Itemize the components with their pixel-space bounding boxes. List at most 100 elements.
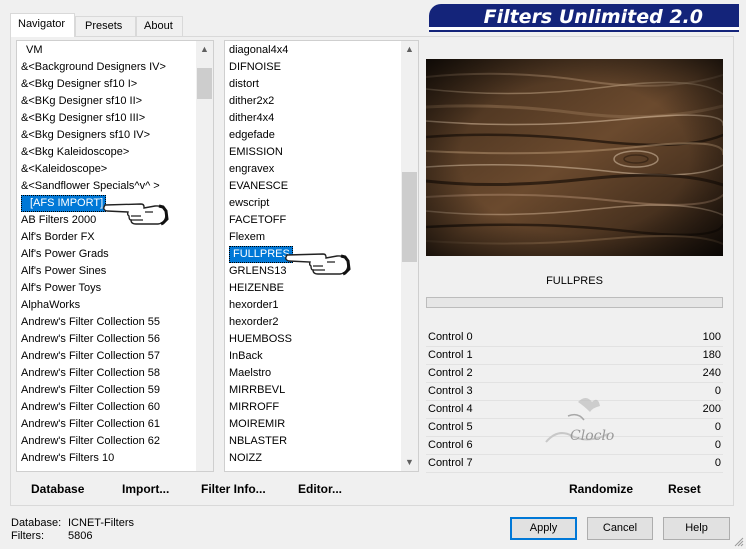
category-item[interactable]: Andrew's Filter Collection 55 xyxy=(17,314,213,331)
filter-item[interactable]: hexorder2 xyxy=(225,314,418,331)
category-item-label: Andrew's Filter Collection 60 xyxy=(21,401,161,413)
category-item[interactable]: &<Sandflower Specials^v^ > xyxy=(17,178,213,195)
scroll-thumb[interactable] xyxy=(197,68,212,99)
category-item[interactable]: Andrew's Filters 10 xyxy=(17,450,213,467)
category-item[interactable]: Alf's Border FX xyxy=(17,229,213,246)
category-item[interactable]: &<Bkg Designer sf10 I> xyxy=(17,76,213,93)
filter-item[interactable]: EVANESCE xyxy=(225,178,418,195)
category-item-label: [AFS IMPORT] xyxy=(21,195,107,212)
filter-item[interactable]: MIRROFF xyxy=(225,399,418,416)
filter-info-button[interactable]: Filter Info... xyxy=(201,482,266,496)
category-item[interactable]: Alf's Power Grads xyxy=(17,246,213,263)
filter-item[interactable]: DIFNOISE xyxy=(225,59,418,76)
control-value: 240 xyxy=(702,367,721,379)
filter-item[interactable]: hexorder1 xyxy=(225,297,418,314)
category-item-label: &<Bkg Kaleidoscope> xyxy=(21,146,130,158)
filter-item-label: diagonal4x4 xyxy=(229,44,289,56)
resize-grip-icon[interactable] xyxy=(734,537,744,547)
tab-about[interactable]: About xyxy=(136,16,183,36)
filter-item-label: EVANESCE xyxy=(229,180,289,192)
control-slider[interactable] xyxy=(426,472,723,473)
category-item[interactable]: Andrew's Filter Collection 62 xyxy=(17,433,213,450)
category-item[interactable]: Andrew's Filter Collection 56 xyxy=(17,331,213,348)
control-row[interactable]: Control 2 240 xyxy=(426,365,723,383)
filter-item-label: MOIREMIR xyxy=(229,418,286,430)
filter-item[interactable]: Flexem xyxy=(225,229,418,246)
category-item[interactable]: VM xyxy=(17,42,213,59)
control-value: 0 xyxy=(714,421,721,433)
filter-item[interactable]: MOIREMIR xyxy=(225,416,418,433)
filter-scrollbar[interactable]: ▲ ▼ xyxy=(401,41,418,471)
control-row[interactable]: Control 0 100 xyxy=(426,329,723,347)
category-item[interactable]: &<BKg Designer sf10 III> xyxy=(17,110,213,127)
selected-filter-label: FULLPRES xyxy=(546,275,603,287)
filter-item[interactable]: ewscript xyxy=(225,195,418,212)
filters-status: Filters: 5806 xyxy=(11,530,92,542)
category-item[interactable]: Andrew's Filter Collection 59 xyxy=(17,382,213,399)
control-name: Control 0 xyxy=(428,331,473,343)
filter-item[interactable]: Maelstro xyxy=(225,365,418,382)
filter-item-label: Flexem xyxy=(229,231,266,243)
watermark-logo: Cloclo xyxy=(538,392,638,452)
filter-item[interactable]: FACETOFF xyxy=(225,212,418,229)
filter-item[interactable]: EMISSION xyxy=(225,144,418,161)
randomize-button[interactable]: Randomize xyxy=(569,482,633,496)
filter-item-label: hexorder2 xyxy=(229,316,279,328)
control-name: Control 7 xyxy=(428,457,473,469)
scroll-up-icon[interactable]: ▲ xyxy=(401,41,418,58)
filter-item[interactable]: NOIZZ xyxy=(225,450,418,467)
category-item[interactable]: Andrew's Filter Collection 58 xyxy=(17,365,213,382)
control-value: 0 xyxy=(714,385,721,397)
category-item[interactable]: Alf's Power Toys xyxy=(17,280,213,297)
filter-item-label: NOIZZ xyxy=(229,452,262,464)
filter-item-label: HEIZENBE xyxy=(229,282,285,294)
control-value: 0 xyxy=(714,439,721,451)
scroll-thumb[interactable] xyxy=(402,172,417,262)
apply-button[interactable]: Apply xyxy=(510,517,577,540)
category-item[interactable]: &<Bkg Designers sf10 IV> xyxy=(17,127,213,144)
category-item[interactable]: &<Background Designers IV> xyxy=(17,59,213,76)
category-item[interactable]: &<Bkg Kaleidoscope> xyxy=(17,144,213,161)
filter-item[interactable]: InBack xyxy=(225,348,418,365)
filter-item-label: MIRROFF xyxy=(229,401,280,413)
editor-button[interactable]: Editor... xyxy=(298,482,342,496)
filter-item-label: edgefade xyxy=(229,129,275,141)
database-button[interactable]: Database xyxy=(31,482,84,496)
filter-item[interactable]: MIRRBEVL xyxy=(225,382,418,399)
filter-item[interactable]: diagonal4x4 xyxy=(225,42,418,59)
control-row[interactable]: Control 7 0 xyxy=(426,455,723,473)
category-item[interactable]: Alf's Power Sines xyxy=(17,263,213,280)
filter-item[interactable]: edgefade xyxy=(225,127,418,144)
category-item[interactable]: AlphaWorks xyxy=(17,297,213,314)
category-item[interactable]: &<Kaleidoscope> xyxy=(17,161,213,178)
filter-item-label: DIFNOISE xyxy=(229,61,281,73)
category-item[interactable]: Andrew's Filter Collection 61 xyxy=(17,416,213,433)
help-button[interactable]: Help xyxy=(663,517,730,540)
category-item-label: Andrew's Filter Collection 55 xyxy=(21,316,161,328)
import-button[interactable]: Import... xyxy=(122,482,169,496)
filter-item[interactable]: engravex xyxy=(225,161,418,178)
control-value: 200 xyxy=(702,403,721,415)
tab-navigator[interactable]: Navigator xyxy=(10,13,75,37)
scroll-down-icon[interactable]: ▼ xyxy=(401,454,418,471)
category-scrollbar[interactable]: ▲ xyxy=(196,41,213,471)
category-item-label: AlphaWorks xyxy=(21,299,81,311)
control-row[interactable]: Control 1 180 xyxy=(426,347,723,365)
category-list[interactable]: VM &<Background Designers IV> &<Bkg Design… xyxy=(16,40,214,472)
filter-item[interactable]: HEIZENBE xyxy=(225,280,418,297)
category-item[interactable]: Andrew's Filter Collection 57 xyxy=(17,348,213,365)
app-title: Filters Unlimited 2.0 xyxy=(483,6,703,28)
scroll-up-icon[interactable]: ▲ xyxy=(196,41,213,58)
reset-button[interactable]: Reset xyxy=(668,482,701,496)
filter-item[interactable]: distort xyxy=(225,76,418,93)
category-item[interactable]: &<BKg Designer sf10 II> xyxy=(17,93,213,110)
filter-item[interactable]: HUEMBOSS xyxy=(225,331,418,348)
control-name: Control 1 xyxy=(428,349,473,361)
category-item-label: &<BKg Designer sf10 III> xyxy=(21,112,146,124)
filter-item[interactable]: dither4x4 xyxy=(225,110,418,127)
filter-item[interactable]: NBLASTER xyxy=(225,433,418,450)
category-item[interactable]: Andrew's Filter Collection 60 xyxy=(17,399,213,416)
tab-presets[interactable]: Presets xyxy=(75,16,136,36)
filter-item[interactable]: dither2x2 xyxy=(225,93,418,110)
cancel-button[interactable]: Cancel xyxy=(587,517,653,540)
